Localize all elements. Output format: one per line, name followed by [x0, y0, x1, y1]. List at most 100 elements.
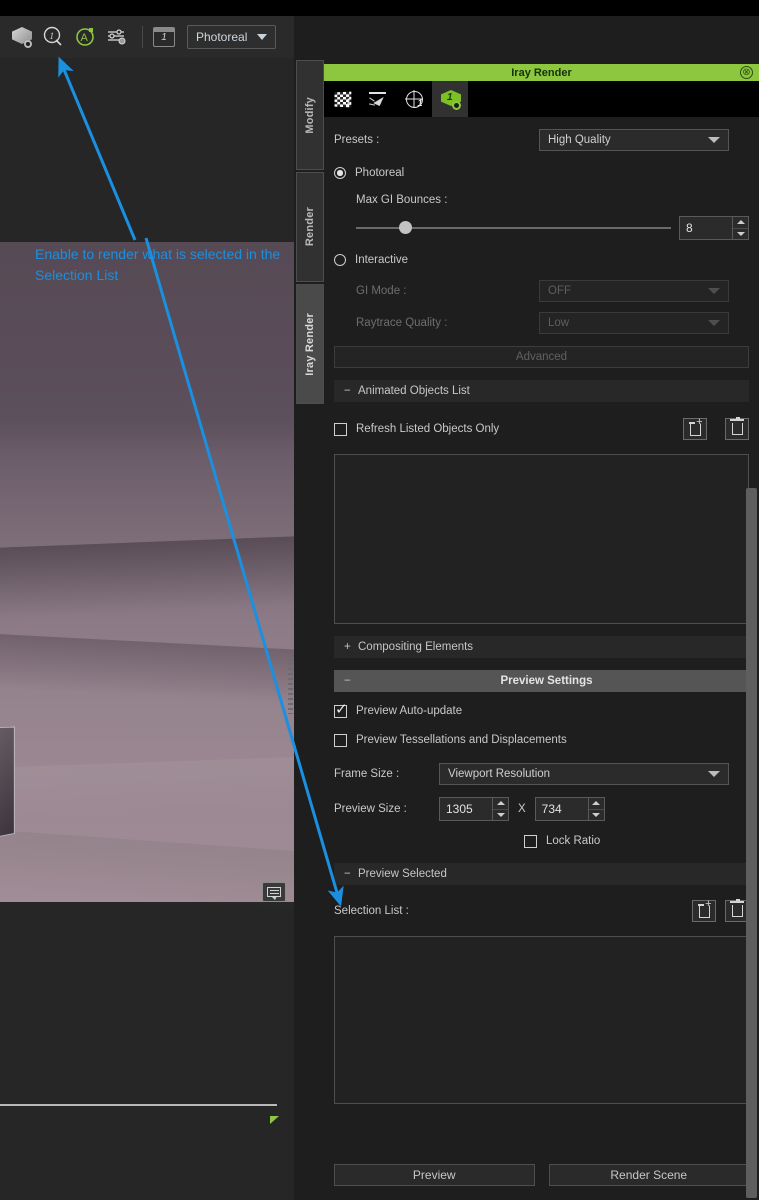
advanced-button[interactable]: Advanced: [334, 346, 749, 368]
interactive-label: Interactive: [355, 254, 409, 266]
preview-button[interactable]: Preview: [334, 1164, 535, 1186]
render-settings-icon[interactable]: [102, 22, 132, 52]
sidebar-tab-render[interactable]: Render: [296, 172, 324, 282]
pane-tab-strip: Modify Render Iray Render: [296, 60, 324, 405]
panel-action-buttons: Preview Render Scene: [334, 1164, 749, 1186]
refresh-listed-label: Refresh Listed Objects Only: [356, 423, 500, 435]
preview-tessellations-checkbox[interactable]: [334, 733, 347, 747]
annotation-text: Enable to render what is selected in the…: [35, 246, 281, 283]
panel-body: Presets : High Quality Photoreal Max GI …: [324, 117, 759, 1200]
interactive-radio[interactable]: [334, 254, 346, 266]
chevron-down-icon: [708, 320, 720, 326]
photoreal-radio[interactable]: [334, 167, 346, 179]
draw-style-dropdown[interactable]: Photoreal: [187, 25, 277, 49]
stepper-up-icon[interactable]: [588, 798, 604, 810]
panel-scrollbar[interactable]: [746, 488, 757, 1198]
iray-render-panel: Iray Render ⊗ 1 1 1 Presets: High Quali…: [324, 64, 759, 1200]
compositing-elements-header[interactable]: + Compositing Elements: [334, 636, 749, 658]
preview-tessellations-row: Preview Tessellations and Displacements: [334, 730, 749, 750]
gi-mode-dropdown[interactable]: OFF: [539, 280, 729, 302]
preview-selected-header[interactable]: − Preview Selected: [334, 863, 749, 885]
preview-width-stepper[interactable]: 1305: [439, 797, 509, 821]
stepper-down-icon[interactable]: [589, 810, 604, 821]
gi-mode-label: GI Mode :: [356, 285, 407, 297]
aux-viewport-icon[interactable]: A: [70, 22, 100, 52]
spotlight-icon: [368, 90, 388, 108]
render-scene-icon[interactable]: [6, 22, 36, 52]
collapse-minus-icon: −: [344, 675, 351, 687]
viewport-comment-icon[interactable]: [262, 882, 286, 902]
interactive-radio-row[interactable]: Interactive: [334, 250, 749, 270]
preview-size-label: Preview Size :: [334, 803, 407, 815]
add-item-icon[interactable]: [683, 417, 707, 440]
presets-row: Presets : High Quality: [334, 127, 749, 153]
raytrace-quality-row: Raytrace Quality : Low: [334, 310, 749, 336]
tab-iray-settings[interactable]: 1: [432, 81, 468, 117]
max-gi-bounces-value[interactable]: 8: [680, 217, 732, 239]
collapse-minus-icon: −: [344, 868, 351, 880]
max-gi-bounces-slider[interactable]: [356, 221, 671, 234]
delete-item-icon[interactable]: [725, 417, 749, 440]
photoreal-label: Photoreal: [355, 167, 405, 179]
tab-environment[interactable]: 1: [396, 81, 432, 117]
raytrace-quality-dropdown[interactable]: Low: [539, 312, 729, 334]
sidebar-tab-label: Render: [304, 207, 316, 247]
page-title: Iray Render: [511, 66, 572, 79]
scene-band: [0, 633, 294, 705]
add-item-icon[interactable]: [692, 899, 716, 922]
lock-ratio-row: Lock Ratio: [334, 831, 749, 851]
panel-title-bar: Iray Render ⊗: [324, 64, 759, 81]
refresh-listed-checkbox[interactable]: [334, 422, 347, 436]
slider-knob[interactable]: [398, 221, 412, 234]
scene-band: [0, 536, 294, 618]
frame-size-dropdown[interactable]: Viewport Resolution: [439, 763, 729, 785]
animated-objects-list[interactable]: [334, 454, 749, 624]
animated-objects-header[interactable]: − Animated Objects List: [334, 380, 749, 402]
sidebar-tab-label: Modify: [304, 96, 316, 134]
preview-autoupdate-row: Preview Auto-update: [334, 701, 749, 721]
scrollbar-thumb[interactable]: [746, 488, 757, 1198]
selection-list[interactable]: [334, 936, 749, 1104]
sidebar-tab-iray-render[interactable]: Iray Render: [296, 284, 324, 404]
preview-autoupdate-checkbox[interactable]: [334, 702, 348, 718]
render-scene-button[interactable]: Render Scene: [548, 1164, 749, 1186]
preview-tessellations-label: Preview Tessellations and Displacements: [356, 734, 567, 746]
stepper-down-icon[interactable]: [493, 810, 508, 821]
stepper-up-icon[interactable]: [493, 798, 508, 810]
lock-ratio-label: Lock Ratio: [546, 835, 601, 847]
max-gi-bounces-label: Max GI Bounces :: [356, 194, 448, 206]
sidebar-tab-modify[interactable]: Modify: [296, 60, 324, 170]
presets-label: Presets :: [334, 134, 380, 146]
timeline-area: [0, 910, 294, 1200]
preview-height-value[interactable]: 734: [536, 798, 588, 820]
stepper-up-icon[interactable]: [733, 217, 748, 229]
close-icon[interactable]: ⊗: [740, 66, 753, 79]
preview-width-value[interactable]: 1305: [440, 798, 492, 820]
size-separator: X: [518, 803, 526, 815]
scene-object: [0, 726, 15, 841]
animated-objects-title: Animated Objects List: [358, 385, 470, 397]
presets-dropdown[interactable]: High Quality: [539, 129, 729, 151]
spot-render-icon[interactable]: 1: [38, 22, 68, 52]
photoreal-radio-row[interactable]: Photoreal: [334, 163, 749, 183]
preview-height-stepper[interactable]: 734: [534, 797, 605, 821]
scene-band: [0, 756, 294, 818]
timeline-marker[interactable]: [270, 1116, 279, 1124]
draw-style-value: Photoreal: [196, 30, 248, 44]
tab-checkerboard[interactable]: 1: [324, 81, 360, 117]
sidebar-tab-label: Iray Render: [304, 312, 316, 376]
tab-spotlight[interactable]: [360, 81, 396, 117]
preview-settings-header[interactable]: − Preview Settings: [334, 670, 749, 692]
preview-size-row: Preview Size : 1305 X 734: [334, 796, 749, 822]
frame-counter[interactable]: 1: [153, 27, 175, 47]
app-root: 1 A 1 Photoreal Modify Render Iray Rende…: [0, 0, 759, 1200]
3d-viewport[interactable]: [0, 58, 294, 910]
compositing-elements-title: Compositing Elements: [358, 641, 474, 653]
max-gi-bounces-stepper[interactable]: 8: [679, 216, 749, 240]
viewport-resize-grip[interactable]: [288, 658, 293, 714]
gi-mode-value: OFF: [548, 285, 571, 297]
frame-size-row: Frame Size : Viewport Resolution: [334, 761, 749, 787]
stepper-down-icon[interactable]: [733, 229, 748, 240]
lock-ratio-checkbox[interactable]: [524, 834, 537, 848]
max-gi-bounces-row: 8: [334, 216, 749, 240]
